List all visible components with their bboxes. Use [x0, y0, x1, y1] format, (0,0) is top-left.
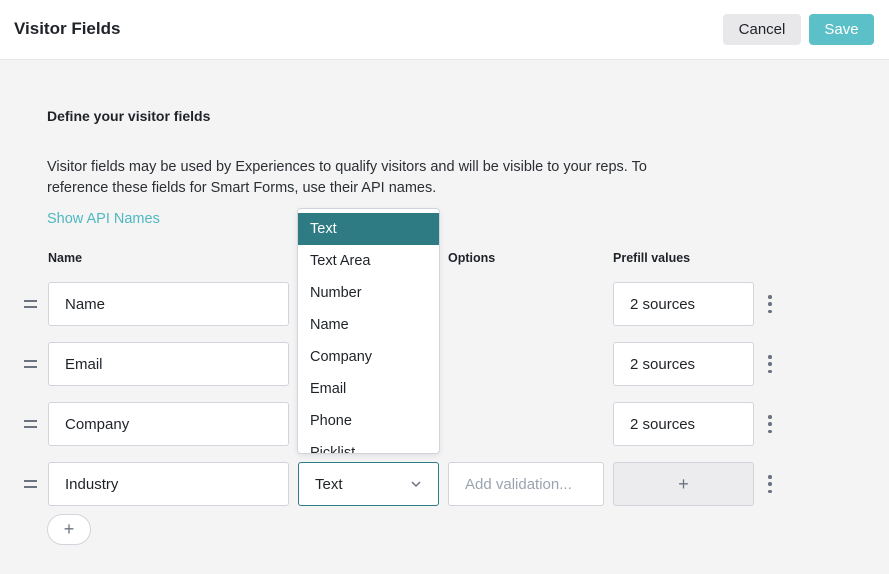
- chevron-down-icon: [411, 481, 421, 488]
- prefill-sources-button[interactable]: 2 sources: [613, 402, 754, 446]
- drag-handle-icon[interactable]: [24, 480, 37, 488]
- show-api-names-link[interactable]: Show API Names: [47, 211, 160, 227]
- drag-handle-icon[interactable]: [24, 420, 37, 428]
- dropdown-option-text-area[interactable]: Text Area: [298, 245, 439, 277]
- more-options-icon[interactable]: [766, 295, 774, 313]
- column-header-options: Options: [448, 251, 496, 265]
- dropdown-option-email[interactable]: Email: [298, 373, 439, 405]
- field-name-input[interactable]: [48, 342, 289, 386]
- field-name-input[interactable]: [48, 402, 289, 446]
- prefill-sources-button[interactable]: 2 sources: [613, 282, 754, 326]
- field-type-value: Text: [315, 475, 343, 493]
- more-options-icon[interactable]: [766, 355, 774, 373]
- column-header-name: Name: [48, 251, 83, 265]
- dropdown-option-name[interactable]: Name: [298, 309, 439, 341]
- column-header-prefill: Prefill values: [613, 251, 691, 265]
- prefill-sources-button[interactable]: 2 sources: [613, 342, 754, 386]
- dropdown-option-company[interactable]: Company: [298, 341, 439, 373]
- more-options-icon[interactable]: [766, 475, 774, 493]
- section-description: Visitor fields may be used by Experience…: [47, 159, 647, 196]
- field-type-dropdown: Text Text Area Number Name Company Email…: [297, 208, 440, 454]
- dropdown-option-phone[interactable]: Phone: [298, 405, 439, 437]
- cancel-button[interactable]: Cancel: [723, 14, 801, 45]
- page-title: Visitor Fields: [14, 19, 121, 38]
- field-name-input[interactable]: [48, 462, 289, 506]
- field-type-select[interactable]: Text: [298, 462, 439, 506]
- drag-handle-icon[interactable]: [24, 300, 37, 308]
- validation-input[interactable]: [448, 462, 604, 506]
- section-title: Define your visitor fields: [47, 108, 211, 124]
- dropdown-option-text[interactable]: Text: [298, 213, 439, 245]
- add-prefill-button[interactable]: +: [613, 462, 754, 506]
- dropdown-option-picklist[interactable]: Picklist: [298, 437, 439, 453]
- dropdown-option-number[interactable]: Number: [298, 277, 439, 309]
- add-field-button[interactable]: +: [47, 514, 91, 545]
- more-options-icon[interactable]: [766, 415, 774, 433]
- field-type-options: Text Text Area Number Name Company Email…: [298, 209, 439, 453]
- drag-handle-icon[interactable]: [24, 360, 37, 368]
- field-name-input[interactable]: [48, 282, 289, 326]
- save-button[interactable]: Save: [809, 14, 874, 45]
- page-header: Visitor Fields Cancel Save: [0, 0, 889, 60]
